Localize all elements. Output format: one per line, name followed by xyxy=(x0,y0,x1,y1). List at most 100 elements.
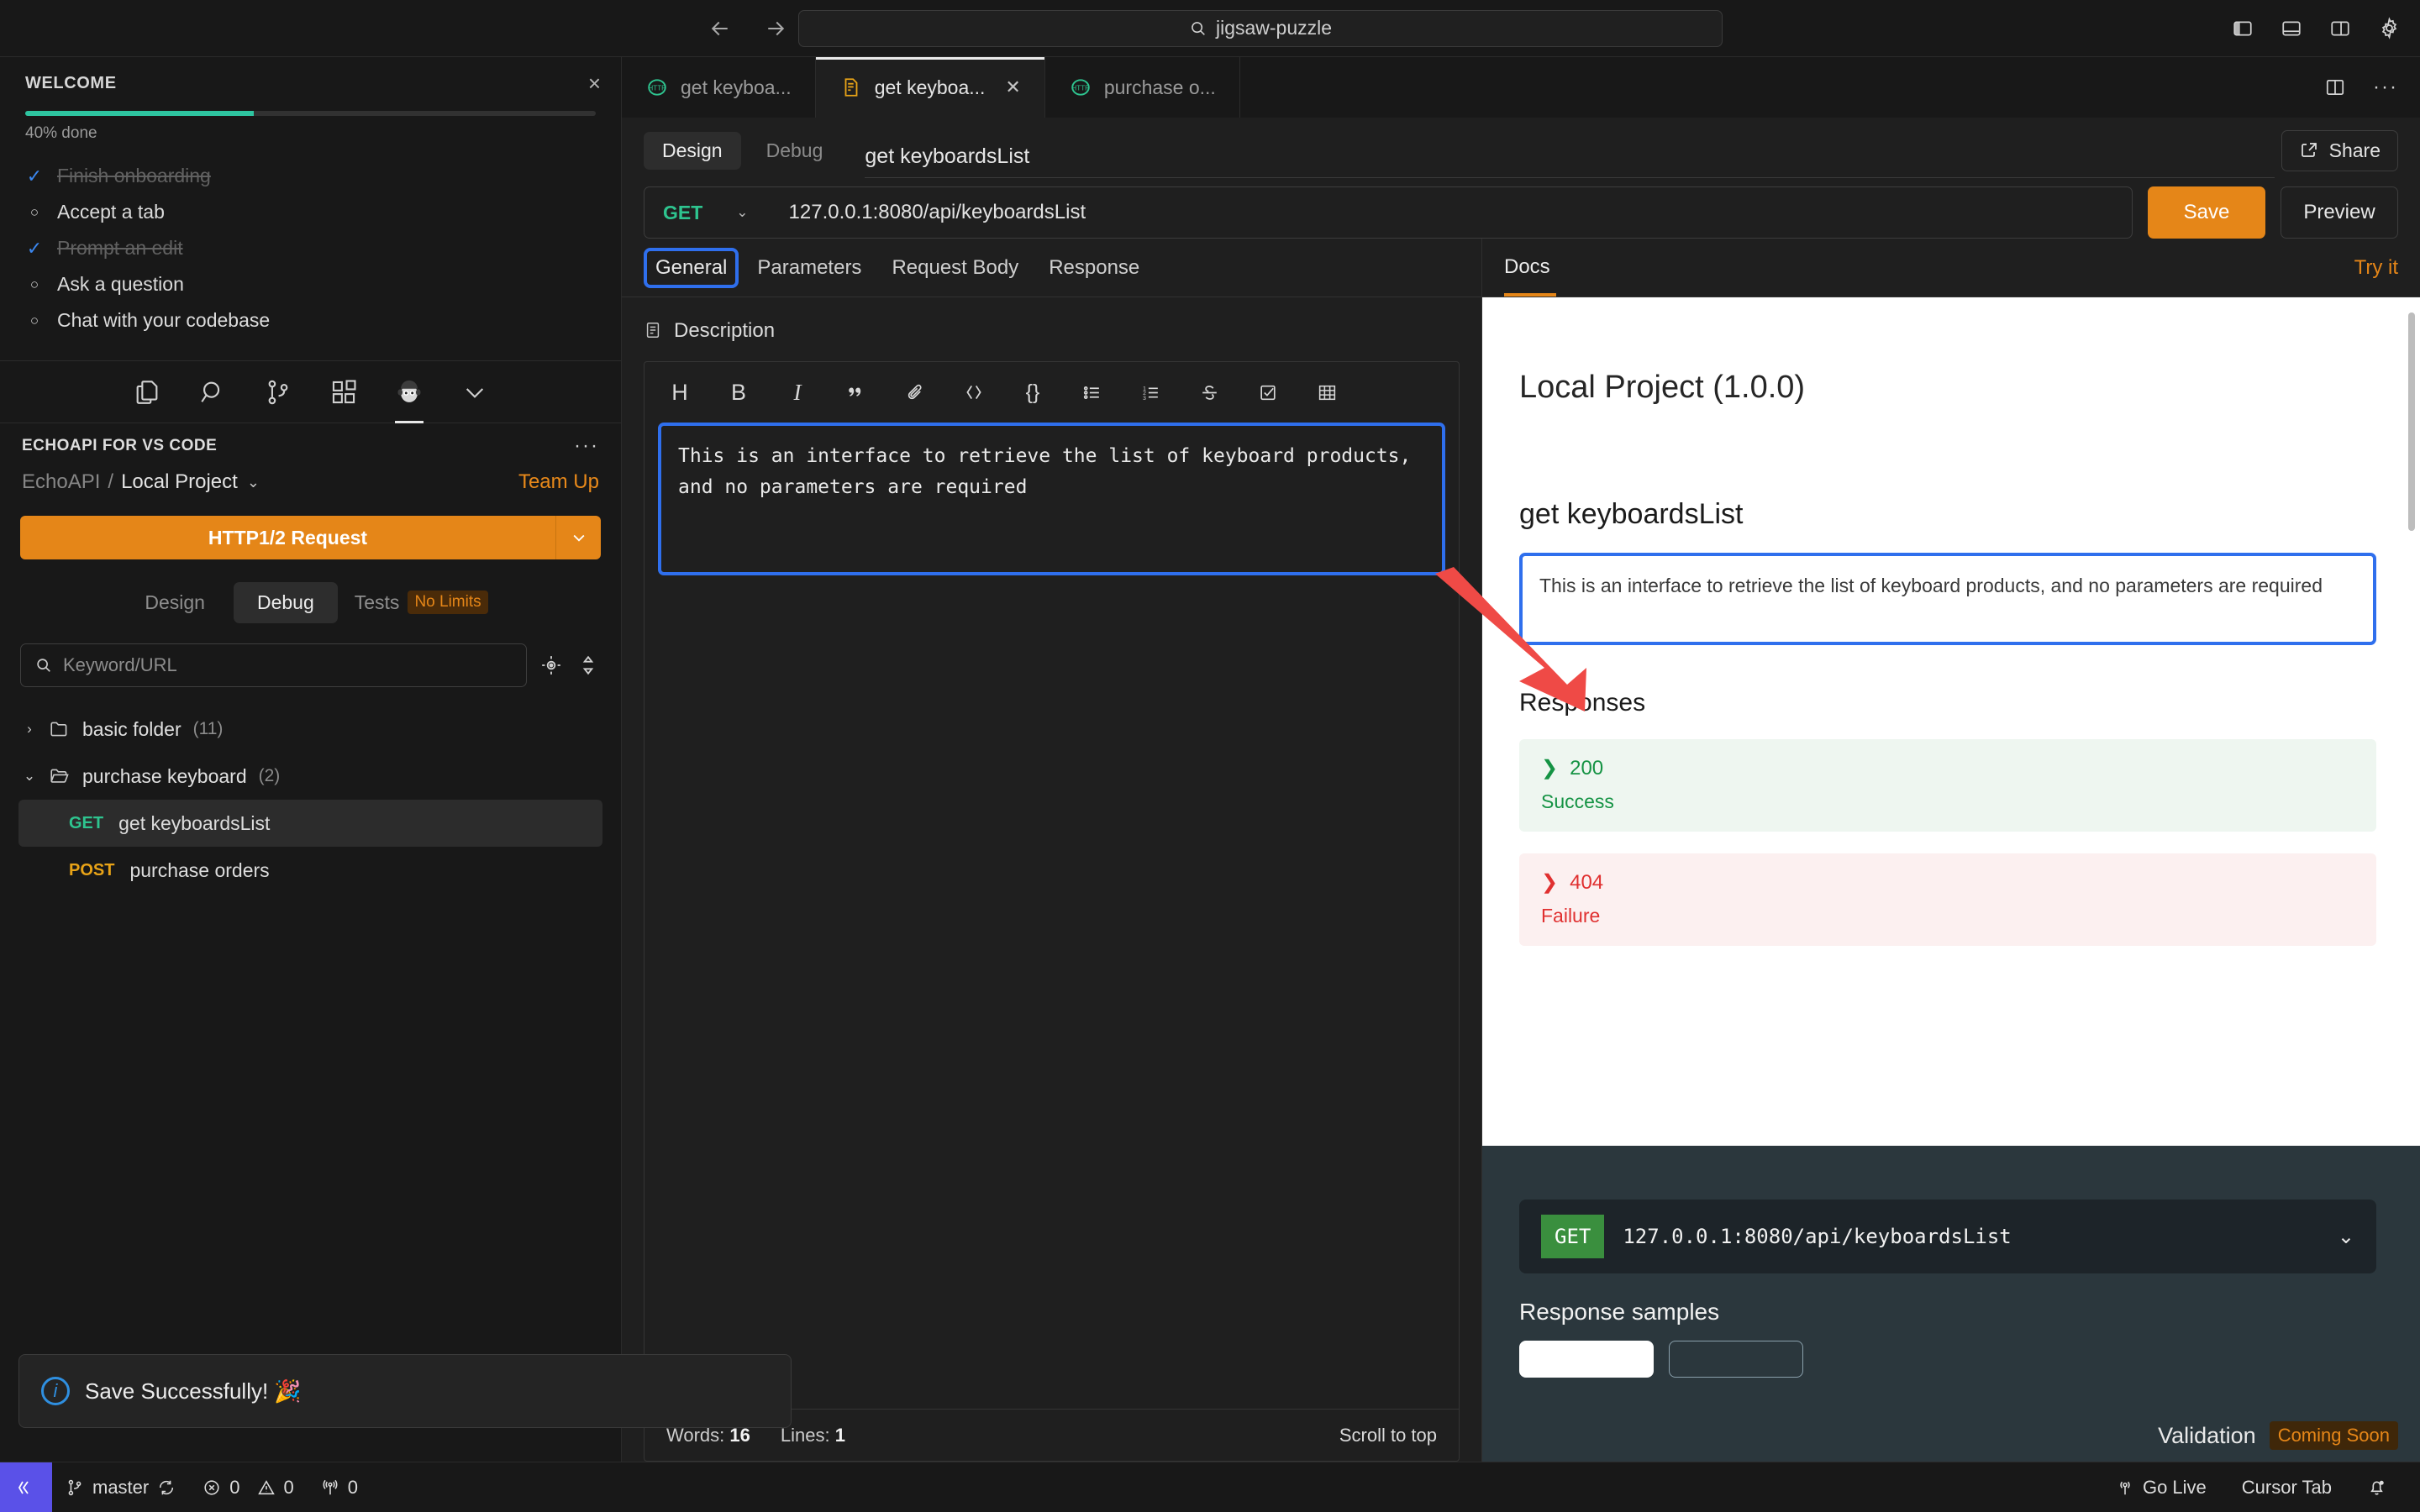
editor-tab-purchase-orders[interactable]: HTTP purchase o... xyxy=(1044,57,1240,118)
team-up-link[interactable]: Team Up xyxy=(518,470,599,494)
checklist-item-accept-a-tab[interactable]: ○ Accept a tab xyxy=(25,201,596,223)
response-card-200[interactable]: ❯ 200 Success xyxy=(1519,739,2376,832)
url-input-value[interactable]: 127.0.0.1:8080/api/keyboardsList xyxy=(767,201,1086,224)
preview-button[interactable]: Preview xyxy=(2281,186,2398,239)
checklist-item-prompt-an-edit[interactable]: ✓ Prompt an edit xyxy=(25,237,596,260)
new-request-dropdown-chevron-down-icon[interactable] xyxy=(555,516,601,559)
request-title[interactable]: get keyboardsList xyxy=(865,144,2275,178)
status-ports[interactable]: 0 xyxy=(308,1477,371,1499)
close-icon[interactable]: × xyxy=(588,72,601,94)
extensions-icon[interactable] xyxy=(327,375,360,409)
checklist-item-finish-onboarding[interactable]: ✓ Finish onboarding xyxy=(25,165,596,187)
docs-description-box: This is an interface to retrieve the lis… xyxy=(1519,553,2376,645)
toggle-primary-sidebar-icon[interactable] xyxy=(2230,16,2255,41)
endpoint-method-badge: GET xyxy=(1541,1215,1605,1258)
more-actions-icon[interactable]: ··· xyxy=(2373,77,2398,97)
editor-tab-get-keyboardslist-doc[interactable]: get keyboa... ✕ xyxy=(815,57,1045,118)
info-icon: i xyxy=(41,1377,70,1405)
tab-parameters[interactable]: Parameters xyxy=(745,249,873,286)
status-go-live[interactable]: Go Live xyxy=(2102,1477,2220,1499)
locate-icon[interactable] xyxy=(539,653,564,678)
status-branch[interactable]: master xyxy=(52,1477,189,1499)
description-textarea[interactable]: This is an interface to retrieve the lis… xyxy=(658,423,1445,575)
tree-folder-count: (11) xyxy=(192,719,224,738)
editor-tab-actions: ··· xyxy=(2323,57,2420,118)
search-icon xyxy=(1189,19,1207,38)
quote-icon[interactable] xyxy=(843,379,870,406)
tab-response[interactable]: Response xyxy=(1037,249,1151,286)
more-actions-icon[interactable]: ··· xyxy=(574,436,599,456)
try-it-button[interactable]: Try it xyxy=(2354,256,2398,280)
close-icon[interactable]: ✕ xyxy=(1005,76,1020,98)
tab-debug[interactable]: Debug xyxy=(233,581,338,623)
arrow-left-icon[interactable] xyxy=(706,14,734,43)
bullet-list-icon[interactable] xyxy=(1078,379,1105,406)
response-code-row: ❯ 404 xyxy=(1541,870,2354,895)
tab-tests[interactable]: Tests No Limits xyxy=(343,581,500,623)
search-input[interactable]: Keyword/URL xyxy=(20,643,527,687)
ordered-list-icon[interactable]: 123 xyxy=(1137,379,1164,406)
method-selector[interactable]: GET ⌄ xyxy=(644,202,767,224)
response-card-404[interactable]: ❯ 404 Failure xyxy=(1519,853,2376,946)
share-button[interactable]: Share xyxy=(2281,129,2398,171)
status-problems[interactable]: 0 0 xyxy=(189,1477,308,1499)
tab-request-body[interactable]: Request Body xyxy=(880,249,1030,286)
arrow-right-icon[interactable] xyxy=(761,14,790,43)
toggle-panel-icon[interactable] xyxy=(2279,16,2304,41)
toggle-secondary-sidebar-icon[interactable] xyxy=(2328,16,2353,41)
markdown-toolbar: H B I {} 1 2 3 xyxy=(644,362,1459,423)
table-icon[interactable] xyxy=(1313,379,1340,406)
task-list-icon[interactable] xyxy=(1255,379,1281,406)
status-cursor-tab[interactable]: Cursor Tab xyxy=(2228,1477,2345,1499)
gear-icon[interactable] xyxy=(2376,16,2402,41)
response-sample-chip[interactable] xyxy=(1669,1341,1803,1378)
tree-folder-purchase-keyboard[interactable]: ⌄ purchase keyboard (2) xyxy=(0,753,621,800)
explorer-icon[interactable] xyxy=(130,375,164,409)
tree-request-purchase-orders[interactable]: POST purchase orders xyxy=(18,847,602,894)
checklist-item-chat-with-your-codebase[interactable]: ○ Chat with your codebase xyxy=(25,309,596,332)
italic-icon[interactable]: I xyxy=(784,379,811,406)
heading-icon[interactable]: H xyxy=(666,379,693,406)
remote-window-icon[interactable] xyxy=(0,1462,52,1512)
docs-scrollbar[interactable] xyxy=(2408,312,2415,531)
response-code: 404 xyxy=(1570,870,1604,894)
tab-general[interactable]: General xyxy=(644,247,739,288)
tab-docs[interactable]: Docs xyxy=(1504,240,1556,297)
titlebar-layout-controls xyxy=(2230,16,2402,41)
source-control-icon[interactable] xyxy=(261,375,295,409)
sort-icon[interactable] xyxy=(576,653,601,678)
command-center-search[interactable]: jigsaw-puzzle xyxy=(798,9,1723,47)
url-field[interactable]: GET ⌄ 127.0.0.1:8080/api/keyboardsList xyxy=(644,186,2133,239)
tab-debug[interactable]: Debug xyxy=(748,132,842,170)
tab-design[interactable]: Design xyxy=(644,131,741,170)
chevron-down-icon[interactable] xyxy=(458,375,492,409)
breadcrumb[interactable]: EchoAPI / Local Project ⌄ xyxy=(22,470,260,494)
request-editor-column: General Parameters Request Body Response… xyxy=(622,239,1482,1462)
strikethrough-icon[interactable] xyxy=(1196,379,1223,406)
save-button[interactable]: Save xyxy=(2148,186,2265,239)
scroll-to-top-button[interactable]: Scroll to top xyxy=(1339,1425,1437,1446)
tree-folder-basic-folder[interactable]: › basic folder (11) xyxy=(0,706,621,753)
share-button-label: Share xyxy=(2328,139,2381,161)
new-http-request-button[interactable]: HTTP1/2 Request xyxy=(20,516,555,559)
response-sample-chip[interactable] xyxy=(1519,1341,1654,1378)
search-icon[interactable] xyxy=(196,375,229,409)
echoapi-monkey-icon[interactable] xyxy=(392,375,426,423)
link-icon[interactable] xyxy=(902,379,929,406)
code-block-icon[interactable]: {} xyxy=(1019,379,1046,406)
chevron-down-icon[interactable]: ⌄ xyxy=(247,474,260,491)
tab-design[interactable]: Design xyxy=(121,582,229,623)
tree-request-get-keyboardslist[interactable]: GET get keyboardsList xyxy=(18,800,602,847)
bold-icon[interactable]: B xyxy=(725,379,752,406)
tree-folder-count: (2) xyxy=(258,766,281,785)
echoapi-panel-title: ECHOAPI FOR VS CODE xyxy=(22,437,218,454)
editor-tab-get-keyboardslist-http[interactable]: HTTP get keyboa... xyxy=(622,57,816,118)
request-method-badge: POST xyxy=(69,860,115,879)
split-editor-icon[interactable] xyxy=(2323,75,2348,100)
status-notifications[interactable] xyxy=(2354,1478,2400,1497)
code-icon[interactable] xyxy=(960,379,987,406)
checklist-item-ask-a-question[interactable]: ○ Ask a question xyxy=(25,273,596,296)
endpoint-card[interactable]: GET 127.0.0.1:8080/api/keyboardsList ⌄ xyxy=(1519,1200,2376,1273)
error-count: 0 xyxy=(229,1476,240,1498)
chevron-down-icon[interactable]: ⌄ xyxy=(2338,1225,2354,1249)
